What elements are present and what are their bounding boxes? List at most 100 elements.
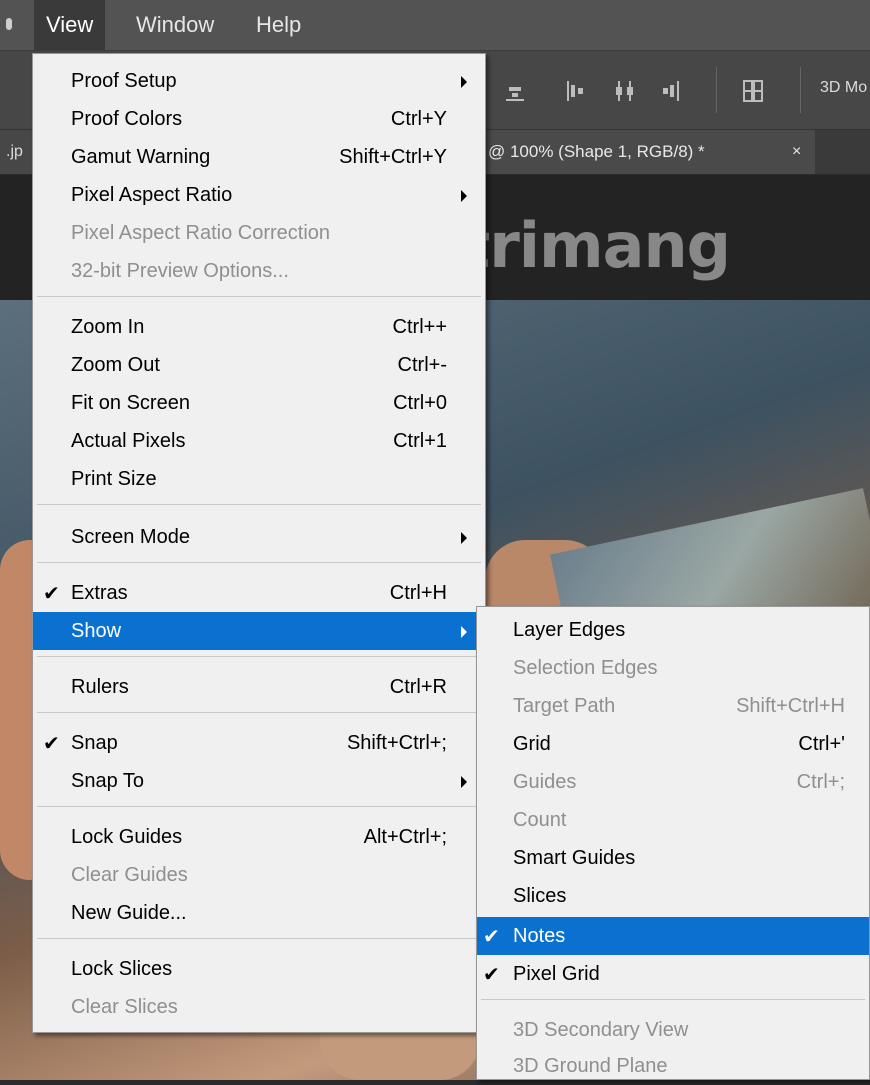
menu-item-shortcut: Ctrl+' <box>798 733 845 755</box>
menu-item-label: Print Size <box>71 468 157 490</box>
distribute-right-icon[interactable] <box>660 79 682 103</box>
menu-item-label: 3D Secondary View <box>513 1019 689 1041</box>
menu-item-label: Proof Setup <box>71 70 177 92</box>
toolbar-divider <box>800 67 801 113</box>
menu-item-actual-pixels[interactable]: Actual Pixels Ctrl+1 <box>33 422 485 460</box>
menu-item-shortcut: Shift+Ctrl+Y <box>339 146 447 168</box>
menu-item-print-size[interactable]: Print Size <box>33 460 485 498</box>
menu-item-label: Zoom Out <box>71 354 160 376</box>
menu-item-shortcut: Ctrl+1 <box>393 430 447 452</box>
menu-item-label: Guides <box>513 771 577 793</box>
show-submenu: Layer Edges Selection Edges Target Path S… <box>476 606 870 1080</box>
menu-item-shortcut: Ctrl++ <box>392 316 447 338</box>
menu-item-snap-to[interactable]: Snap To <box>33 762 485 800</box>
menu-item-rulers[interactable]: Rulers Ctrl+R <box>33 668 485 706</box>
menu-item-label: Target Path <box>513 695 616 717</box>
menu-item-label: Snap To <box>71 770 145 792</box>
menu-item-gamut-warning[interactable]: Gamut Warning Shift+Ctrl+Y <box>33 138 485 176</box>
distribute-left-icon[interactable] <box>564 79 586 103</box>
menu-item-label: Snap <box>71 732 118 754</box>
menu-view[interactable]: View <box>34 0 106 50</box>
menu-item-shortcut: Ctrl+0 <box>393 392 447 414</box>
menu-separator <box>481 999 865 1000</box>
menu-item-extras[interactable]: ✔ Extras Ctrl+H <box>33 574 485 612</box>
align-bottom-icon[interactable] <box>504 79 526 103</box>
menu-item-new-guide[interactable]: New Guide... <box>33 894 485 932</box>
menu-item-clear-guides: Clear Guides <box>33 856 485 894</box>
menu-item-label: Pixel Aspect Ratio Correction <box>71 222 331 244</box>
menu-item-pixel-aspect-ratio[interactable]: Pixel Aspect Ratio <box>33 176 485 214</box>
checkmark-icon: ✔ <box>43 583 60 605</box>
close-tab-icon[interactable]: × <box>792 130 801 174</box>
submenu-item-notes[interactable]: ✔ Notes <box>477 917 869 955</box>
submenu-item-slices[interactable]: Slices <box>477 877 869 915</box>
submenu-item-3d-secondary-view: 3D Secondary View <box>477 1011 869 1049</box>
menu-item-pixel-aspect-ratio-correction: Pixel Aspect Ratio Correction <box>33 214 485 252</box>
menu-item-label: Lock Slices <box>71 958 173 980</box>
distribute-center-icon[interactable] <box>614 79 636 103</box>
menu-item-show[interactable]: Show <box>33 612 485 650</box>
3d-mode-label: 3D Mo <box>820 79 868 96</box>
menu-item-label: Show <box>71 620 122 642</box>
menu-window[interactable]: Window <box>124 0 226 50</box>
menu-item-label: Proof Colors <box>71 108 183 130</box>
checkmark-icon: ✔ <box>43 733 60 755</box>
menu-item-zoom-in[interactable]: Zoom In Ctrl++ <box>33 308 485 346</box>
menu-item-label: 3D Ground Plane <box>513 1055 668 1077</box>
menu-item-label: Pixel Grid <box>513 963 600 985</box>
menu-item-proof-colors[interactable]: Proof Colors Ctrl+Y <box>33 100 485 138</box>
submenu-item-target-path: Target Path Shift+Ctrl+H <box>477 687 869 725</box>
submenu-item-count: Count <box>477 801 869 839</box>
submenu-item-layer-edges[interactable]: Layer Edges <box>477 611 869 649</box>
menu-item-shortcut: Ctrl+; <box>796 771 845 793</box>
submenu-item-smart-guides[interactable]: Smart Guides <box>477 839 869 877</box>
menu-item-label: Actual Pixels <box>71 430 186 452</box>
menu-item-zoom-out[interactable]: Zoom Out Ctrl+- <box>33 346 485 384</box>
menu-item-32bit-preview-options: 32-bit Preview Options... <box>33 252 485 290</box>
menu-item-shortcut: Shift+Ctrl+; <box>346 732 447 754</box>
menu-item-label: New Guide... <box>71 902 187 924</box>
menu-bar: View Window Help <box>0 0 870 51</box>
app-icon-fragment <box>6 18 12 30</box>
view-menu: Proof Setup Proof Colors Ctrl+Y Gamut War… <box>32 53 486 1033</box>
menu-item-label: Gamut Warning <box>71 146 211 168</box>
menu-item-lock-slices[interactable]: Lock Slices <box>33 950 485 988</box>
menu-item-shortcut: Ctrl+H <box>389 582 447 604</box>
submenu-item-3d-ground-plane: 3D Ground Plane <box>477 1047 869 1085</box>
menu-item-label: Lock Guides <box>71 826 183 848</box>
menu-item-shortcut: Shift+Ctrl+H <box>736 695 845 717</box>
menu-separator <box>37 712 481 713</box>
document-tab-active[interactable]: @ 100% (Shape 1, RGB/8) * × <box>480 130 815 174</box>
menu-separator <box>37 296 481 297</box>
menu-item-label: Screen Mode <box>71 526 190 548</box>
menu-separator <box>37 806 481 807</box>
submenu-item-selection-edges: Selection Edges <box>477 649 869 687</box>
menu-item-screen-mode[interactable]: Screen Mode <box>33 518 485 556</box>
submenu-item-grid[interactable]: Grid Ctrl+' <box>477 725 869 763</box>
menu-item-label: Smart Guides <box>513 847 636 869</box>
submenu-item-pixel-grid[interactable]: ✔ Pixel Grid <box>477 955 869 993</box>
submenu-item-guides: Guides Ctrl+; <box>477 763 869 801</box>
menu-item-label: Notes <box>513 925 566 947</box>
menu-item-lock-guides[interactable]: Lock Guides Alt+Ctrl+; <box>33 818 485 856</box>
menu-item-label: Layer Edges <box>513 619 626 641</box>
menu-item-snap[interactable]: ✔ Snap Shift+Ctrl+; <box>33 724 485 762</box>
document-tab-title: @ 100% (Shape 1, RGB/8) * <box>488 142 705 161</box>
menu-item-label: Extras <box>71 582 128 604</box>
checkmark-icon: ✔ <box>483 964 500 986</box>
document-tab-left[interactable]: .jp <box>0 130 34 174</box>
submenu-arrow-icon <box>461 76 467 88</box>
menu-item-label: 32-bit Preview Options... <box>71 260 289 282</box>
auto-align-icon[interactable] <box>742 79 764 103</box>
menu-separator <box>37 938 481 939</box>
menu-item-proof-setup[interactable]: Proof Setup <box>33 62 485 100</box>
menu-item-clear-slices: Clear Slices <box>33 988 485 1026</box>
menu-help[interactable]: Help <box>244 0 313 50</box>
menu-item-fit-on-screen[interactable]: Fit on Screen Ctrl+0 <box>33 384 485 422</box>
checkmark-icon: ✔ <box>483 926 500 948</box>
menu-item-label: Clear Slices <box>71 996 178 1018</box>
menu-separator <box>37 656 481 657</box>
menu-item-label: Rulers <box>71 676 129 698</box>
menu-item-label: Slices <box>513 885 567 907</box>
menu-separator <box>37 562 481 563</box>
